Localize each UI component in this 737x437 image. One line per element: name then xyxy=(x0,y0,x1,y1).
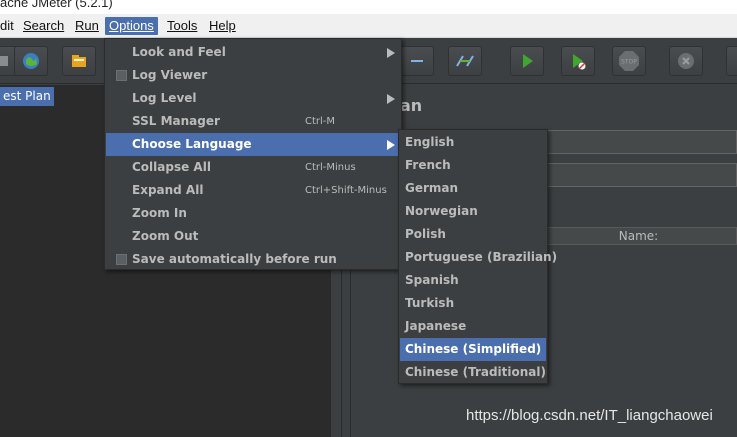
menu-item-look-and-feel[interactable]: Look and Feel xyxy=(106,41,402,64)
menu-help[interactable]: Help xyxy=(205,17,240,35)
watermark-text: https://blog.csdn.net/IT_liangchaowei xyxy=(466,407,713,424)
window-title: ache JMeter (5.2.1) xyxy=(0,0,113,10)
menu-item-ssl-manager[interactable]: SSL Manager Ctrl-M xyxy=(106,110,402,133)
menu-item-shortcut: Ctrl+Shift-Minus xyxy=(305,185,387,196)
menu-item-label: Log Viewer xyxy=(132,68,208,82)
submenu-arrow-icon xyxy=(387,94,395,104)
language-item-polish[interactable]: Polish xyxy=(400,223,546,246)
menu-item-shortcut: Ctrl-Minus xyxy=(305,162,356,173)
stop-icon-label: STOP xyxy=(621,59,637,66)
language-item-english[interactable]: English xyxy=(400,131,546,154)
menu-item-zoom-in[interactable]: Zoom In xyxy=(106,202,402,225)
language-item-japanese[interactable]: Japanese xyxy=(400,315,546,338)
language-item-german[interactable]: German xyxy=(400,177,546,200)
submenu-arrow-icon xyxy=(387,48,395,58)
start-no-timers-button[interactable] xyxy=(561,46,595,76)
language-submenu: English French German Norwegian Polish P… xyxy=(398,129,557,384)
checkbox-icon[interactable] xyxy=(116,254,127,265)
variables-table-header-name[interactable]: Name: xyxy=(540,227,737,245)
open-icon xyxy=(69,51,89,71)
language-item-turkish[interactable]: Turkish xyxy=(400,292,546,315)
menu-options[interactable]: Options xyxy=(105,17,158,35)
menu-item-log-level[interactable]: Log Level xyxy=(106,87,402,110)
menu-item-label: Log Level xyxy=(132,91,197,105)
menu-item-shortcut: Ctrl-M xyxy=(305,116,336,127)
menu-item-label: Choose Language xyxy=(132,137,252,151)
menu-item-label: Zoom In xyxy=(132,206,187,220)
editor-title: an xyxy=(400,96,423,115)
menu-help-label: Help xyxy=(209,18,236,33)
toggle-icon xyxy=(454,51,476,71)
menu-tools[interactable]: Tools xyxy=(163,17,201,35)
menu-run[interactable]: Run xyxy=(71,17,103,35)
stop-icon: STOP xyxy=(618,50,640,72)
language-item-french[interactable]: French xyxy=(400,154,546,177)
start-icon xyxy=(517,51,537,71)
window-title-bar: ache JMeter (5.2.1) xyxy=(0,0,737,14)
tree-item-test-plan[interactable]: est Plan xyxy=(0,87,54,106)
submenu-arrow-icon xyxy=(387,140,395,150)
menu-edit-label: dit xyxy=(0,18,14,33)
menu-search[interactable]: Search xyxy=(19,17,68,35)
menu-item-log-viewer[interactable]: Log Viewer xyxy=(106,64,402,87)
stop-button[interactable]: STOP xyxy=(612,46,646,76)
menu-search-label: Search xyxy=(23,18,65,33)
menu-item-save-automatically[interactable]: Save automatically before run xyxy=(106,248,402,271)
start-button[interactable] xyxy=(510,46,544,76)
collapse-button[interactable] xyxy=(400,46,434,76)
language-item-portuguese-brazilian[interactable]: Portuguese (Brazilian) xyxy=(400,246,557,269)
menu-item-label: Save automatically before run xyxy=(132,252,337,266)
language-item-chinese-traditional[interactable]: Chinese (Traditional) xyxy=(400,361,546,384)
menu-item-zoom-out[interactable]: Zoom Out xyxy=(106,225,402,248)
collapse-icon xyxy=(407,51,427,71)
menu-options-label: Options xyxy=(109,18,154,33)
language-item-norwegian[interactable]: Norwegian xyxy=(400,200,546,223)
shutdown-button[interactable] xyxy=(669,46,703,76)
clear-icon xyxy=(0,53,11,69)
menu-item-collapse-all[interactable]: Collapse All Ctrl-Minus xyxy=(106,156,402,179)
menu-item-label: Zoom Out xyxy=(132,229,199,243)
toggle-button[interactable] xyxy=(448,46,482,76)
open-button[interactable] xyxy=(62,46,96,76)
menu-bar: dit Search Run Options Tools Help xyxy=(0,14,737,38)
menu-item-label: Collapse All xyxy=(132,160,211,174)
shutdown-icon xyxy=(676,51,696,71)
comments-field[interactable] xyxy=(540,163,737,187)
options-menu: Look and Feel Log Viewer Log Level SSL M… xyxy=(104,38,402,270)
menu-item-label: Expand All xyxy=(132,183,204,197)
menu-edit[interactable]: dit xyxy=(0,17,18,35)
menu-item-label: SSL Manager xyxy=(132,114,220,128)
menu-item-choose-language[interactable]: Choose Language xyxy=(106,133,402,156)
name-field[interactable] xyxy=(540,130,737,154)
start-no-timers-icon xyxy=(568,51,588,71)
templates-icon xyxy=(21,51,41,71)
menu-run-label: Run xyxy=(75,18,99,33)
menu-item-expand-all[interactable]: Expand All Ctrl+Shift-Minus xyxy=(106,179,402,202)
language-item-chinese-simplified[interactable]: Chinese (Simplified) xyxy=(400,338,546,361)
templates-button[interactable] xyxy=(14,46,48,76)
menu-item-label: Look and Feel xyxy=(132,45,226,59)
menu-tools-label: Tools xyxy=(167,18,198,33)
checkbox-icon[interactable] xyxy=(116,70,127,81)
language-item-spanish[interactable]: Spanish xyxy=(400,269,546,292)
more-button[interactable] xyxy=(726,46,737,76)
